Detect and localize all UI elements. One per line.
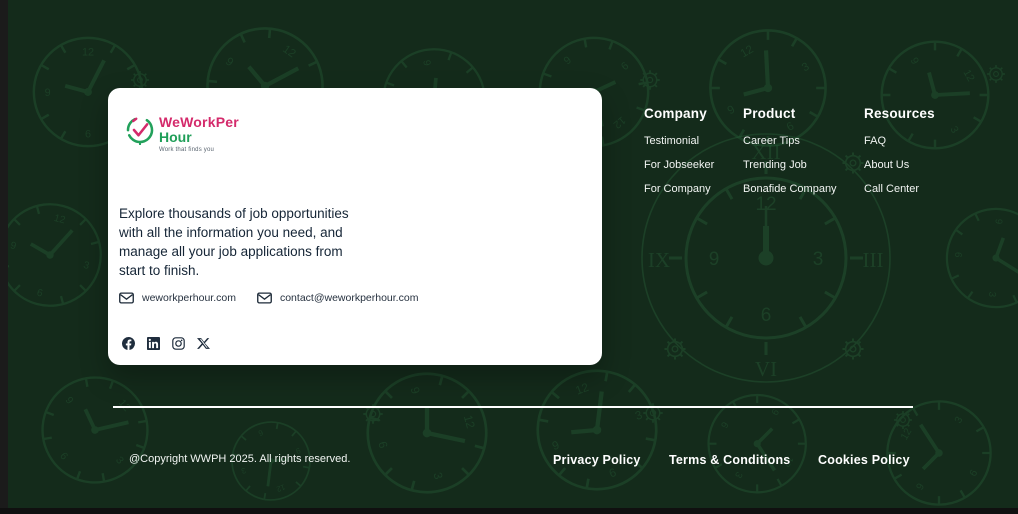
watermark-clock xyxy=(0,190,115,320)
brand-wordmark: WeWorkPer Hour Work that finds you xyxy=(159,115,239,153)
bottom-edge-strip xyxy=(0,508,1018,514)
social-row xyxy=(121,336,210,350)
nav-column-company: Company Testimonial For Jobseeker For Co… xyxy=(644,106,714,195)
email-link-domain[interactable]: weworkperhour.com xyxy=(119,292,236,304)
column-title: Resources xyxy=(864,106,935,121)
brand-name-line2: Hour xyxy=(159,129,192,145)
watermark-gear-icon xyxy=(986,64,1006,84)
column-links: FAQ About Us Call Center xyxy=(864,136,935,195)
watermark-clock xyxy=(521,354,673,506)
email-label: contact@weworkperhour.com xyxy=(279,292,419,304)
email-link-contact[interactable]: contact@weworkperhour.com xyxy=(257,292,418,304)
watermark-large-clock: 12369 XIIIIIVIIX xyxy=(561,133,891,383)
nav-link-about-us[interactable]: About Us xyxy=(864,160,935,171)
footer-divider xyxy=(113,406,913,408)
svg-text:VI: VI xyxy=(755,357,777,381)
watermark-clock xyxy=(354,360,499,505)
envelope-icon xyxy=(119,292,134,304)
nav-link-career-tips[interactable]: Career Tips xyxy=(743,136,837,147)
email-label: weworkperhour.com xyxy=(142,292,236,304)
terms-conditions-link[interactable]: Terms & Conditions xyxy=(669,453,790,467)
column-title: Company xyxy=(644,106,707,121)
privacy-policy-link[interactable]: Privacy Policy xyxy=(553,453,641,467)
copyright-text: @Copyright WWPH 2025. All rights reserve… xyxy=(129,453,351,465)
brand-name-line1: WeWorkPer xyxy=(159,114,239,130)
brand-description: Explore thousands of job opportunities w… xyxy=(119,205,349,278)
linkedin-icon xyxy=(146,336,160,350)
nav-link-trending-job[interactable]: Trending Job xyxy=(743,160,837,171)
x-button[interactable] xyxy=(196,336,210,350)
linkedin-button[interactable] xyxy=(146,336,160,350)
column-links: Career Tips Trending Job Bonafide Compan… xyxy=(743,136,837,195)
nav-column-product: Product Career Tips Trending Job Bonafid… xyxy=(743,106,837,195)
envelope-icon xyxy=(257,292,272,304)
svg-text:3: 3 xyxy=(813,249,824,270)
watermark-gear-icon xyxy=(893,410,913,430)
nav-column-resources: Resources FAQ About Us Call Center xyxy=(864,106,935,195)
brand-card: WeWorkPer Hour Work that finds you Explo… xyxy=(108,88,602,365)
facebook-icon xyxy=(121,336,135,350)
email-row: weworkperhour.com contact@weworkperhour.… xyxy=(119,292,418,304)
svg-text:IX: IX xyxy=(648,248,670,272)
clock-check-icon xyxy=(126,116,154,145)
cookies-policy-link[interactable]: Cookies Policy xyxy=(818,453,910,467)
svg-text:6: 6 xyxy=(761,305,772,326)
column-title: Product xyxy=(743,106,796,121)
left-edge-strip xyxy=(0,0,8,514)
x-icon xyxy=(196,337,210,349)
watermark-clock xyxy=(688,375,826,512)
nav-link-bonafide-company[interactable]: Bonafide Company xyxy=(743,184,837,195)
nav-link-call-center[interactable]: Call Center xyxy=(864,184,935,195)
watermark-clock xyxy=(941,203,1018,313)
footer-section: 12 3 6 9 XII III VI IX WeWorkPer Hour Wo… xyxy=(0,0,1018,514)
nav-link-for-company[interactable]: For Company xyxy=(644,184,714,195)
svg-text:III: III xyxy=(863,248,884,272)
facebook-button[interactable] xyxy=(121,336,135,350)
nav-link-for-jobseeker[interactable]: For Jobseeker xyxy=(644,160,714,171)
instagram-button[interactable] xyxy=(171,336,185,350)
watermark-clock xyxy=(866,380,1012,514)
svg-text:9: 9 xyxy=(709,249,720,270)
nav-link-testimonial[interactable]: Testimonial xyxy=(644,136,714,147)
brand-logo[interactable]: WeWorkPer Hour Work that finds you xyxy=(125,115,239,153)
column-links: Testimonial For Jobseeker For Company xyxy=(644,136,714,195)
watermark-clock xyxy=(19,354,171,506)
brand-tagline: Work that finds you xyxy=(159,147,215,153)
watermark-gear-icon xyxy=(639,69,661,91)
instagram-icon xyxy=(171,336,185,350)
nav-link-faq[interactable]: FAQ xyxy=(864,136,935,147)
